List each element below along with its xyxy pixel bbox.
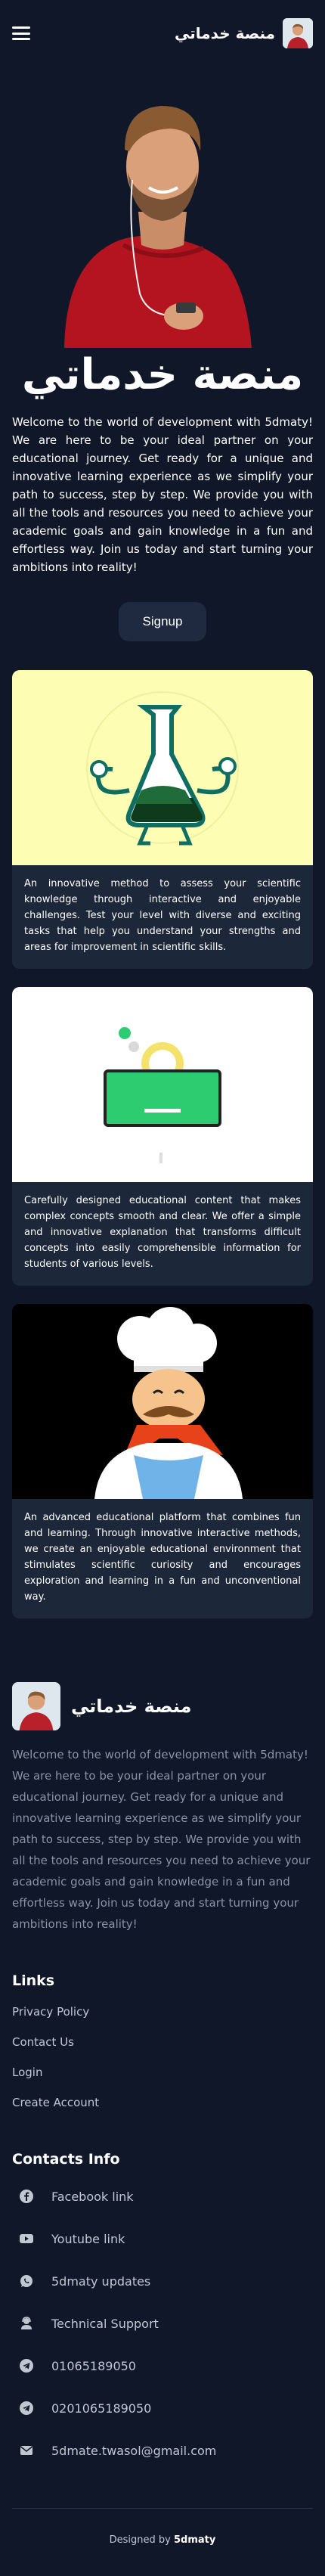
footer-brand-name: منصة خدماتي [71, 1696, 192, 1717]
facebook-icon [18, 2188, 35, 2205]
brand[interactable]: منصة خدماتي [175, 18, 313, 48]
footer-brand: منصة خدماتي [12, 1682, 313, 1730]
contact-telegram-1[interactable]: 01065189050 [12, 2345, 313, 2387]
hamburger-menu-icon[interactable] [12, 26, 30, 40]
contact-label: 0201065189050 [51, 2401, 152, 2416]
hero-description: Welcome to the world of development with… [12, 415, 313, 574]
contact-email[interactable]: 5dmate.twasol@gmail.com [12, 2429, 313, 2472]
contact-label: Technical Support [51, 2316, 159, 2331]
laptop-illustration [12, 987, 313, 1182]
contacts-heading: Contacts Info [12, 2151, 120, 2168]
link-privacy-policy[interactable]: Privacy Policy [12, 1997, 313, 2027]
site-header: منصة خدماتي [0, 0, 325, 67]
feature-card-text: An advanced educational platform that co… [24, 1512, 301, 1603]
contact-telegram-2[interactable]: 0201065189050 [12, 2387, 313, 2429]
link-login[interactable]: Login [12, 2057, 313, 2087]
links-heading: Links [12, 1972, 55, 1989]
brand-name: منصة خدماتي [175, 24, 275, 42]
contact-whatsapp[interactable]: 5dmaty updates [12, 2260, 313, 2302]
hero-man-image [0, 67, 325, 348]
feature-card-text: Carefully designed educational content t… [24, 1195, 301, 1270]
footer-description: Welcome to the world of development with… [12, 1748, 311, 1931]
contact-label: Youtube link [51, 2231, 125, 2246]
site-footer: منصة خدماتي Welcome to the world of deve… [0, 1637, 325, 2576]
credit-prefix: Designed by [109, 2534, 171, 2546]
hero-title: منصة خدماتي [21, 350, 304, 399]
features-section: An innovative method to assess your scie… [0, 670, 325, 1619]
brand-logo-avatar [283, 18, 313, 48]
contact-technical-support[interactable]: Technical Support [12, 2302, 313, 2345]
contact-label: 5dmate.twasol@gmail.com [51, 2443, 217, 2458]
contact-youtube[interactable]: Youtube link [12, 2218, 313, 2260]
link-create-account[interactable]: Create Account [12, 2087, 313, 2118]
link-contact-us[interactable]: Contact Us [12, 2027, 313, 2057]
chef-illustration [12, 1304, 313, 1499]
contact-facebook[interactable]: Facebook link [12, 2175, 313, 2218]
feature-card: Carefully designed educational content t… [12, 987, 313, 1286]
feature-card: An innovative method to assess your scie… [12, 670, 313, 969]
telegram-icon [18, 2357, 35, 2374]
telegram-icon [18, 2400, 35, 2416]
designer-credit: Designed by 5dmaty [12, 2509, 313, 2576]
feature-card: An advanced educational platform that co… [12, 1304, 313, 1619]
youtube-icon [18, 2230, 35, 2247]
credit-name[interactable]: 5dmaty [174, 2534, 215, 2546]
contact-label: Facebook link [51, 2189, 134, 2204]
footer-logo-avatar [12, 1682, 60, 1730]
hero-section: منصة خدماتي Welcome to the world of deve… [0, 67, 325, 670]
contact-label: 5dmaty updates [51, 2273, 151, 2289]
signup-button[interactable]: Signup [119, 602, 206, 641]
flask-illustration [12, 670, 313, 865]
email-icon [18, 2442, 35, 2459]
contact-label: 01065189050 [51, 2358, 136, 2373]
support-icon [18, 2315, 35, 2332]
feature-card-text: An innovative method to assess your scie… [24, 878, 301, 953]
whatsapp-icon [18, 2273, 35, 2289]
